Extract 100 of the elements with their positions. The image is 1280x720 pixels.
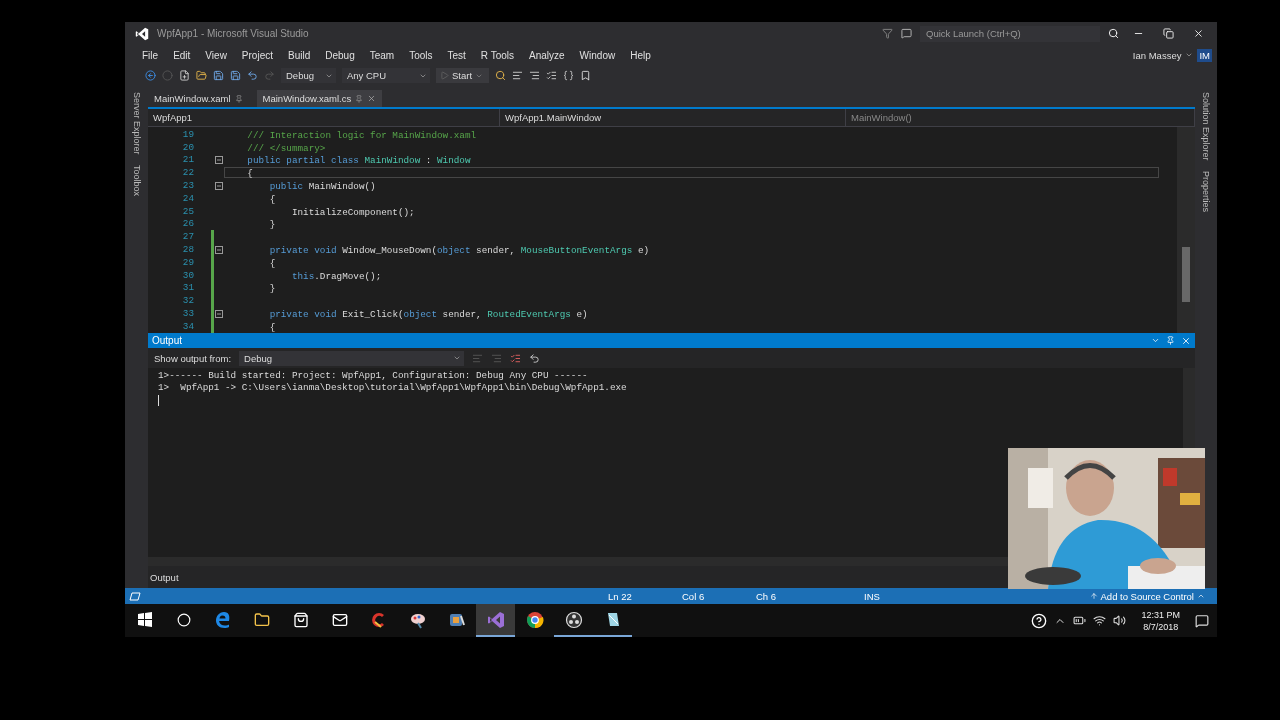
line-number: 28: [181, 244, 194, 256]
caret-icon[interactable]: [1197, 592, 1205, 600]
volume-icon[interactable]: [1113, 614, 1127, 627]
collapse-icon[interactable]: [215, 245, 223, 254]
infinity-ribbon-icon[interactable]: [486, 610, 505, 629]
side-tab[interactable]: Properties: [1201, 170, 1211, 212]
code-line: }: [268, 282, 277, 294]
help-icon[interactable]: [1031, 612, 1048, 629]
side-tab[interactable]: Server Explorer: [131, 92, 142, 155]
line-number: 34: [181, 320, 194, 332]
code-line: {: [268, 192, 277, 204]
line-number: 32: [181, 295, 194, 307]
filter-icon[interactable]: [882, 28, 893, 39]
chrome-ball-icon[interactable]: [525, 610, 544, 629]
save-icon[interactable]: [213, 70, 224, 81]
word-wrap-icon[interactable]: [529, 352, 541, 364]
line-number: 31: [181, 282, 194, 294]
account-badge[interactable]: IM: [1197, 48, 1212, 62]
clock-date[interactable]: 8/7/2018: [1143, 620, 1179, 633]
collapse-icon[interactable]: [215, 156, 223, 164]
collapse-icon[interactable]: [215, 309, 223, 318]
notification-icon[interactable]: [1195, 613, 1209, 628]
find-icon[interactable]: [495, 70, 507, 81]
outdent-icon[interactable]: [512, 70, 524, 81]
code-line: public MainWindow(): [268, 180, 377, 192]
menu-item[interactable]: Tools: [402, 49, 441, 61]
new-file-icon[interactable]: [179, 70, 190, 81]
platform-dropdown[interactable]: Any CPU: [342, 68, 430, 83]
circle-icon[interactable]: [176, 612, 191, 627]
menu-item[interactable]: Build: [281, 49, 319, 61]
scrollbar[interactable]: [1177, 127, 1195, 333]
menu-item[interactable]: Help: [623, 49, 659, 61]
folder-icon[interactable]: [253, 611, 270, 628]
save-all-icon[interactable]: [230, 70, 241, 81]
account-name[interactable]: Ian Massey: [1132, 49, 1182, 61]
code-line: {: [268, 320, 277, 332]
close-icon[interactable]: [1192, 28, 1204, 39]
project-dropdown[interactable]: WpfApp1: [148, 109, 500, 126]
menu-item[interactable]: Window: [572, 49, 624, 61]
comment-icon[interactable]: [546, 70, 558, 81]
caret-icon[interactable]: [1185, 51, 1194, 59]
uncomment-icon[interactable]: [563, 70, 575, 81]
bookmark-icon[interactable]: [580, 70, 592, 81]
line-number: 26: [181, 218, 194, 230]
menu-item[interactable]: Analyze: [522, 49, 573, 61]
globe-swirl-icon[interactable]: [213, 610, 232, 629]
search-icon[interactable]: [1108, 28, 1119, 39]
source-label: Show output from:: [154, 352, 232, 364]
status-item: Ch 6: [756, 590, 778, 602]
pin-icon[interactable]: [1166, 336, 1175, 345]
menu-item[interactable]: View: [198, 49, 235, 61]
back-icon[interactable]: [145, 70, 156, 81]
menu-item[interactable]: R Tools: [473, 49, 523, 61]
line-number: 20: [181, 141, 194, 153]
status-item: INS: [864, 590, 881, 602]
quick-launch-field[interactable]: Quick Launch (Ctrl+Q): [920, 25, 1100, 42]
clear-all-icon[interactable]: [510, 352, 522, 364]
undo-icon[interactable]: [247, 70, 258, 81]
window-title: WpfApp1 - Microsoft Visual Studio: [157, 28, 309, 39]
open-folder-icon[interactable]: [196, 70, 207, 81]
menu-item[interactable]: Project: [234, 49, 281, 61]
arrow-up-icon[interactable]: [1089, 592, 1098, 600]
output-line: 1>------ Build started: Project: WpfApp1, Configuration: Debug Any CPU ------: [158, 370, 589, 382]
side-tab[interactable]: Toolbox: [131, 164, 142, 196]
feedback-icon[interactable]: [901, 28, 912, 39]
line-number: 33: [181, 308, 194, 320]
side-tab[interactable]: Solution Explorer: [1201, 92, 1211, 161]
shopping-bag-icon[interactable]: [292, 611, 309, 628]
source-control-button[interactable]: Add to Source Control: [1089, 590, 1205, 602]
code-line: /// Interaction logic for MainWindow.xaml: [246, 128, 478, 140]
pin-icon[interactable]: [234, 94, 243, 103]
scrollbar[interactable]: [148, 557, 1008, 566]
line-number: 22: [181, 167, 194, 179]
battery-icon[interactable]: [1073, 614, 1087, 627]
caret-icon[interactable]: [453, 354, 462, 362]
menu-item[interactable]: File: [135, 49, 167, 61]
menu-item[interactable]: Edit: [166, 49, 199, 61]
member-dropdown[interactable]: MainWindow(): [846, 109, 1195, 126]
indent-icon[interactable]: [529, 70, 541, 81]
type-dropdown[interactable]: WpfApp1.MainWindow: [500, 109, 846, 126]
status-item: Ln 22: [608, 590, 633, 602]
menu-item[interactable]: Team: [362, 49, 403, 61]
configuration-dropdown[interactable]: Debug: [281, 68, 336, 83]
scrollbar[interactable]: [1183, 368, 1195, 448]
aperture-icon[interactable]: [564, 610, 583, 629]
panel-tab[interactable]: Output: [150, 571, 179, 583]
wifi-icon[interactable]: [1093, 614, 1107, 627]
collapse-icon[interactable]: [215, 181, 223, 190]
code-line: private void Window_MouseDown(object sender, MouseButtonEventArgs e): [268, 244, 651, 256]
windows-logo-icon[interactable]: [135, 610, 154, 629]
clock-time[interactable]: 12:31 PM: [1141, 608, 1180, 621]
restore-icon[interactable]: [1162, 28, 1174, 39]
caret-icon[interactable]: [1151, 336, 1160, 345]
output-source-dropdown[interactable]: Debug: [239, 350, 465, 366]
line-number: 30: [181, 269, 194, 281]
document-tab[interactable]: MainWindow.xaml: [148, 90, 249, 107]
menu-item[interactable]: Test: [440, 49, 474, 61]
menu-item[interactable]: Debug: [318, 49, 363, 61]
mail-icon[interactable]: [331, 611, 348, 628]
code-line: /// </summary>: [246, 141, 327, 153]
